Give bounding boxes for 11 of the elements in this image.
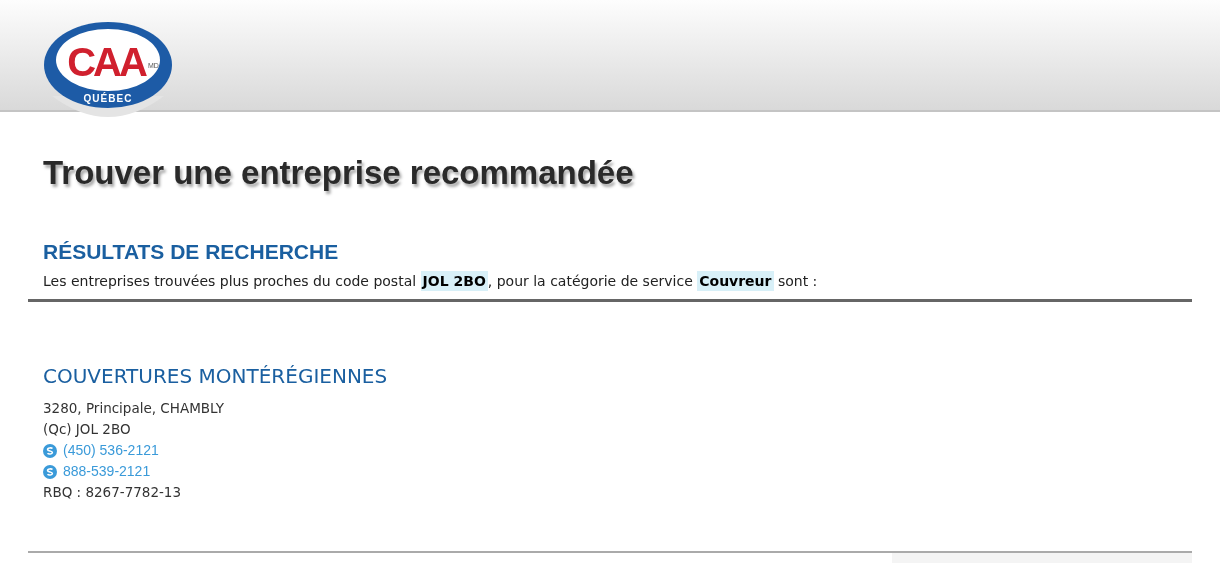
phone-link[interactable]: (450) 536-2121: [63, 440, 159, 461]
results-summary: Les entreprises trouvées plus proches du code postal JOL 2BO, pour la catégorie de service Couvreur sont :: [28, 273, 1192, 302]
page-title: Trouver une entreprise recommandée: [43, 154, 635, 192]
phone-link[interactable]: 888-539-2121: [63, 461, 151, 482]
company-name: COUVERTURES MONTÉRÉGIENNES: [43, 364, 389, 388]
skype-icon: [43, 464, 57, 479]
address-line: (Qc) JOL 2BO: [43, 420, 132, 439]
section-heading: RÉSULTATS DE RECHERCHE: [43, 240, 340, 264]
address-line: RBQ : 8267-7782-13: [43, 483, 183, 502]
skype-icon: [43, 443, 57, 458]
address-line: 3280, Principale, CHAMBLY: [43, 399, 226, 418]
